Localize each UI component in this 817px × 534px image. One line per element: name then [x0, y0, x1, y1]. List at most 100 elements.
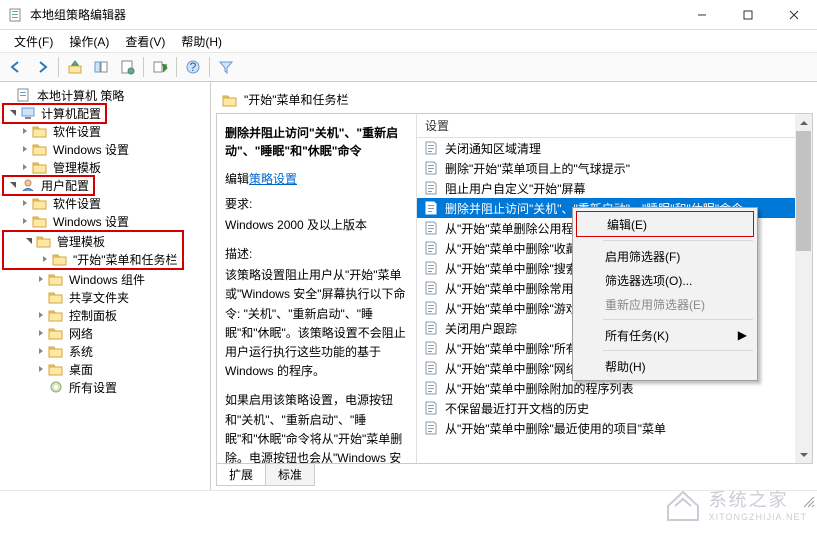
ctx-filter-on[interactable]: 启用筛选器(F) — [575, 244, 755, 268]
tree-item[interactable]: 系统 — [2, 342, 208, 360]
tree-item-selected[interactable]: "开始"菜单和任务栏 — [6, 250, 180, 268]
tree-item[interactable]: 共享文件夹 — [2, 288, 208, 306]
tree-item[interactable]: Windows 组件 — [2, 270, 208, 288]
help-button[interactable]: ? — [181, 55, 205, 79]
menu-action[interactable]: 操作(A) — [63, 31, 115, 52]
ctx-edit[interactable]: 编辑(E) — [577, 212, 753, 236]
forward-button[interactable] — [30, 55, 54, 79]
scroll-up-button[interactable] — [795, 114, 812, 131]
chevron-right-icon[interactable] — [18, 126, 32, 136]
chevron-right-icon[interactable] — [34, 364, 48, 374]
tree-pane[interactable]: 本地计算机 策略 计算机配置 软件设置 Windows 设置 管理模板 用户配置… — [0, 82, 211, 490]
chevron-down-icon[interactable] — [6, 180, 20, 190]
properties-button[interactable] — [115, 55, 139, 79]
folder-icon — [48, 271, 64, 287]
context-menu[interactable]: 编辑(E) 启用筛选器(F) 筛选器选项(O)... 重新应用筛选器(E) 所有… — [572, 207, 758, 381]
list-item-label: 关闭通知区域清理 — [445, 140, 541, 157]
chevron-right-icon: ▶ — [738, 328, 747, 342]
tree-item[interactable]: Windows 设置 — [2, 140, 208, 158]
setting-icon — [423, 140, 439, 156]
tree-item[interactable]: 管理模板 — [2, 158, 208, 176]
folder-icon — [48, 289, 64, 305]
setting-icon — [423, 300, 439, 316]
tree-item[interactable]: 桌面 — [2, 360, 208, 378]
show-hide-button[interactable] — [89, 55, 113, 79]
list-item[interactable]: 阻止用户自定义"开始"屏幕 — [417, 178, 812, 198]
chevron-right-icon[interactable] — [18, 144, 32, 154]
toolbar-separator — [143, 57, 144, 77]
back-button[interactable] — [4, 55, 28, 79]
list-item[interactable]: 关闭通知区域清理 — [417, 138, 812, 158]
description-text-2: 如果启用该策略设置，电源按钮和"关机"、"重新启动"、"睡眠"和"休眠"命令将从… — [225, 391, 408, 463]
chevron-right-icon[interactable] — [34, 328, 48, 338]
folder-icon — [32, 123, 48, 139]
tree-computer-config[interactable]: 计算机配置 — [2, 104, 208, 122]
chevron-right-icon[interactable] — [34, 310, 48, 320]
list-item-label: 从"开始"菜单中删除"最近使用的项目"菜单 — [445, 420, 666, 437]
tree-item[interactable]: 软件设置 — [2, 194, 208, 212]
list-header[interactable]: 设置 — [417, 114, 812, 138]
folder-icon — [32, 213, 48, 229]
tree-admin-templates[interactable]: 管理模板 "开始"菜单和任务栏 — [2, 230, 208, 270]
tree-user-config[interactable]: 用户配置 — [2, 176, 208, 194]
tab-standard[interactable]: 标准 — [265, 464, 315, 486]
list-item[interactable]: 删除"开始"菜单项目上的"气球提示" — [417, 158, 812, 178]
chevron-right-icon[interactable] — [18, 198, 32, 208]
chevron-down-icon[interactable] — [22, 236, 36, 246]
tree-item[interactable]: Windows 设置 — [2, 212, 208, 230]
setting-icon — [423, 380, 439, 396]
toolbar-separator — [209, 57, 210, 77]
setting-icon — [423, 280, 439, 296]
titlebar: 本地组策略编辑器 — [0, 0, 817, 30]
house-icon — [663, 484, 703, 524]
scroll-down-button[interactable] — [795, 446, 812, 463]
chevron-right-icon[interactable] — [38, 254, 52, 264]
window-buttons — [679, 0, 817, 30]
ctx-separator — [603, 350, 753, 351]
tree-item[interactable]: 软件设置 — [2, 122, 208, 140]
ctx-all-tasks[interactable]: 所有任务(K)▶ — [575, 323, 755, 347]
ctx-separator — [603, 240, 753, 241]
folder-icon — [222, 92, 238, 108]
chevron-right-icon[interactable] — [34, 346, 48, 356]
tree-item[interactable]: 所有设置 — [2, 378, 208, 396]
close-button[interactable] — [771, 0, 817, 30]
setting-icon — [423, 420, 439, 436]
tree-item[interactable]: 网络 — [2, 324, 208, 342]
edit-policy-link[interactable]: 策略设置 — [249, 172, 297, 186]
menu-file[interactable]: 文件(F) — [8, 31, 59, 52]
setting-icon — [423, 320, 439, 336]
folder-icon — [36, 233, 52, 249]
chevron-down-icon[interactable] — [6, 108, 20, 118]
list-item[interactable]: 不保留最近打开文档的历史 — [417, 398, 812, 418]
ctx-reapply: 重新应用筛选器(E) — [575, 292, 755, 316]
watermark-main: 系统之家 — [709, 486, 807, 512]
tree-item[interactable]: 控制面板 — [2, 306, 208, 324]
requirements-label: 要求: — [225, 195, 408, 212]
minimize-button[interactable] — [679, 0, 725, 30]
list-item[interactable]: 从"开始"菜单中删除"最近使用的项目"菜单 — [417, 418, 812, 438]
description-pane: 删除并阻止访问"关机"、"重新启动"、"睡眠"和"休眠"命令 编辑策略设置 要求… — [217, 114, 417, 463]
menu-view[interactable]: 查看(V) — [119, 31, 171, 52]
chevron-right-icon[interactable] — [18, 216, 32, 226]
list-item[interactable]: 从"开始"菜单中删除附加的程序列表 — [417, 378, 812, 398]
export-button[interactable] — [148, 55, 172, 79]
scroll-thumb[interactable] — [796, 131, 811, 251]
up-button[interactable] — [63, 55, 87, 79]
ctx-filter-opt[interactable]: 筛选器选项(O)... — [575, 268, 755, 292]
tree-uconf-label: 用户配置 — [39, 177, 91, 194]
content-header: "开始"菜单和任务栏 — [216, 86, 813, 114]
folder-icon — [32, 141, 48, 157]
chevron-right-icon[interactable] — [34, 274, 48, 284]
setting-icon — [423, 400, 439, 416]
chevron-right-icon[interactable] — [18, 162, 32, 172]
vertical-scrollbar[interactable] — [795, 114, 812, 463]
ctx-help[interactable]: 帮助(H) — [575, 354, 755, 378]
list-item-label: 不保留最近打开文档的历史 — [445, 400, 589, 417]
tree-root-label: 本地计算机 策略 — [35, 87, 126, 104]
filter-button[interactable] — [214, 55, 238, 79]
tab-extended[interactable]: 扩展 — [216, 464, 266, 486]
tree-root[interactable]: 本地计算机 策略 — [2, 86, 208, 104]
maximize-button[interactable] — [725, 0, 771, 30]
menu-help[interactable]: 帮助(H) — [175, 31, 228, 52]
